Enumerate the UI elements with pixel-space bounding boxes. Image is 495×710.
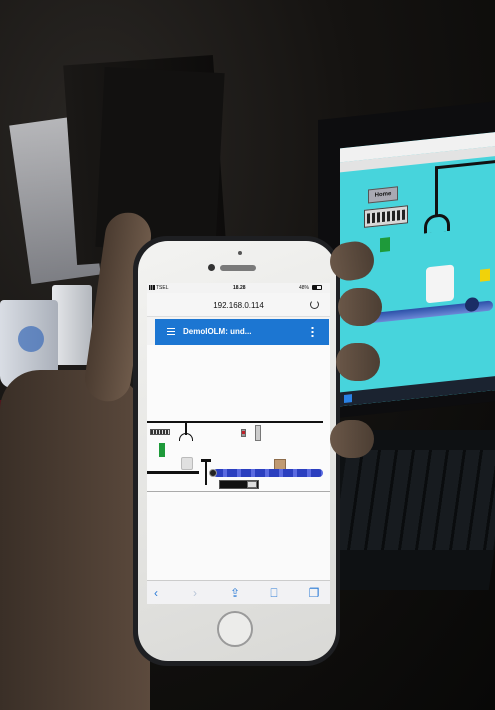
photo-scene: Home TSEL 18.28 48% 192.168.0.114 DemoIO… [0, 0, 495, 710]
sensor-pole [205, 461, 207, 485]
hand-finger-4 [330, 420, 374, 458]
page-blank-area [147, 495, 330, 580]
laptop-crane-arm [435, 166, 438, 217]
feed-conveyor [147, 471, 199, 474]
browser-address-bar[interactable]: 192.168.0.114 [147, 293, 330, 317]
laptop-green-indicator [380, 237, 390, 253]
conveyor-roller [209, 469, 217, 477]
share-icon[interactable]: ⇪ [228, 586, 242, 600]
laptop-keys [332, 450, 495, 550]
signal-icon [149, 285, 155, 290]
more-vertical-icon[interactable] [311, 326, 314, 338]
plc-graphic [150, 429, 170, 435]
front-camera-icon [208, 264, 215, 271]
container-graphic [181, 457, 193, 470]
forward-arrow-icon[interactable]: › [188, 586, 202, 600]
hmi-divider [147, 491, 330, 492]
laptop-container [426, 264, 454, 304]
laptop-yellow-sensor [480, 268, 490, 282]
hand-finger-3 [336, 343, 380, 381]
battery-level [313, 286, 317, 289]
windows-start-icon[interactable] [344, 394, 352, 403]
phone-screen: TSEL 18.28 48% 192.168.0.114 DemoIOLM: u… [147, 283, 330, 604]
phone-home-button[interactable] [217, 611, 253, 647]
hand-finger-2 [338, 288, 382, 326]
crane-rail [147, 421, 323, 423]
mug-logo [18, 326, 44, 352]
laptop-home-button[interactable]: Home [368, 186, 398, 204]
gripper-icon [179, 433, 193, 441]
status-time: 18.28 [233, 285, 246, 291]
url-text[interactable]: 192.168.0.114 [147, 301, 330, 310]
book-icon[interactable]: ⎕ [267, 586, 281, 600]
sensor-led [242, 431, 245, 434]
hamburger-menu-icon[interactable] [167, 328, 175, 335]
green-module [159, 443, 165, 457]
reload-icon[interactable] [310, 300, 319, 309]
main-conveyor [213, 469, 323, 477]
app-header: DemoIOLM: und... [155, 319, 329, 345]
hmi-canvas [147, 345, 330, 495]
readout-button[interactable] [247, 481, 257, 488]
carrier-name: TSEL [156, 285, 169, 291]
back-arrow-icon[interactable]: ‹ [149, 586, 163, 600]
status-bar: TSEL 18.28 48% [147, 283, 330, 292]
tabs-icon[interactable]: ❐ [307, 586, 321, 600]
io-module-icon [255, 425, 261, 441]
browser-toolbar: ‹ › ⇪ ⎕ ❐ [147, 580, 330, 604]
phone-earpiece [220, 265, 256, 271]
battery-percent: 48% [299, 285, 310, 291]
background-cup [52, 285, 92, 365]
hand-palm [0, 370, 150, 710]
laptop-gripper [424, 212, 450, 234]
page-title: DemoIOLM: und... [183, 327, 252, 336]
phone-sensor-dot [238, 251, 242, 255]
